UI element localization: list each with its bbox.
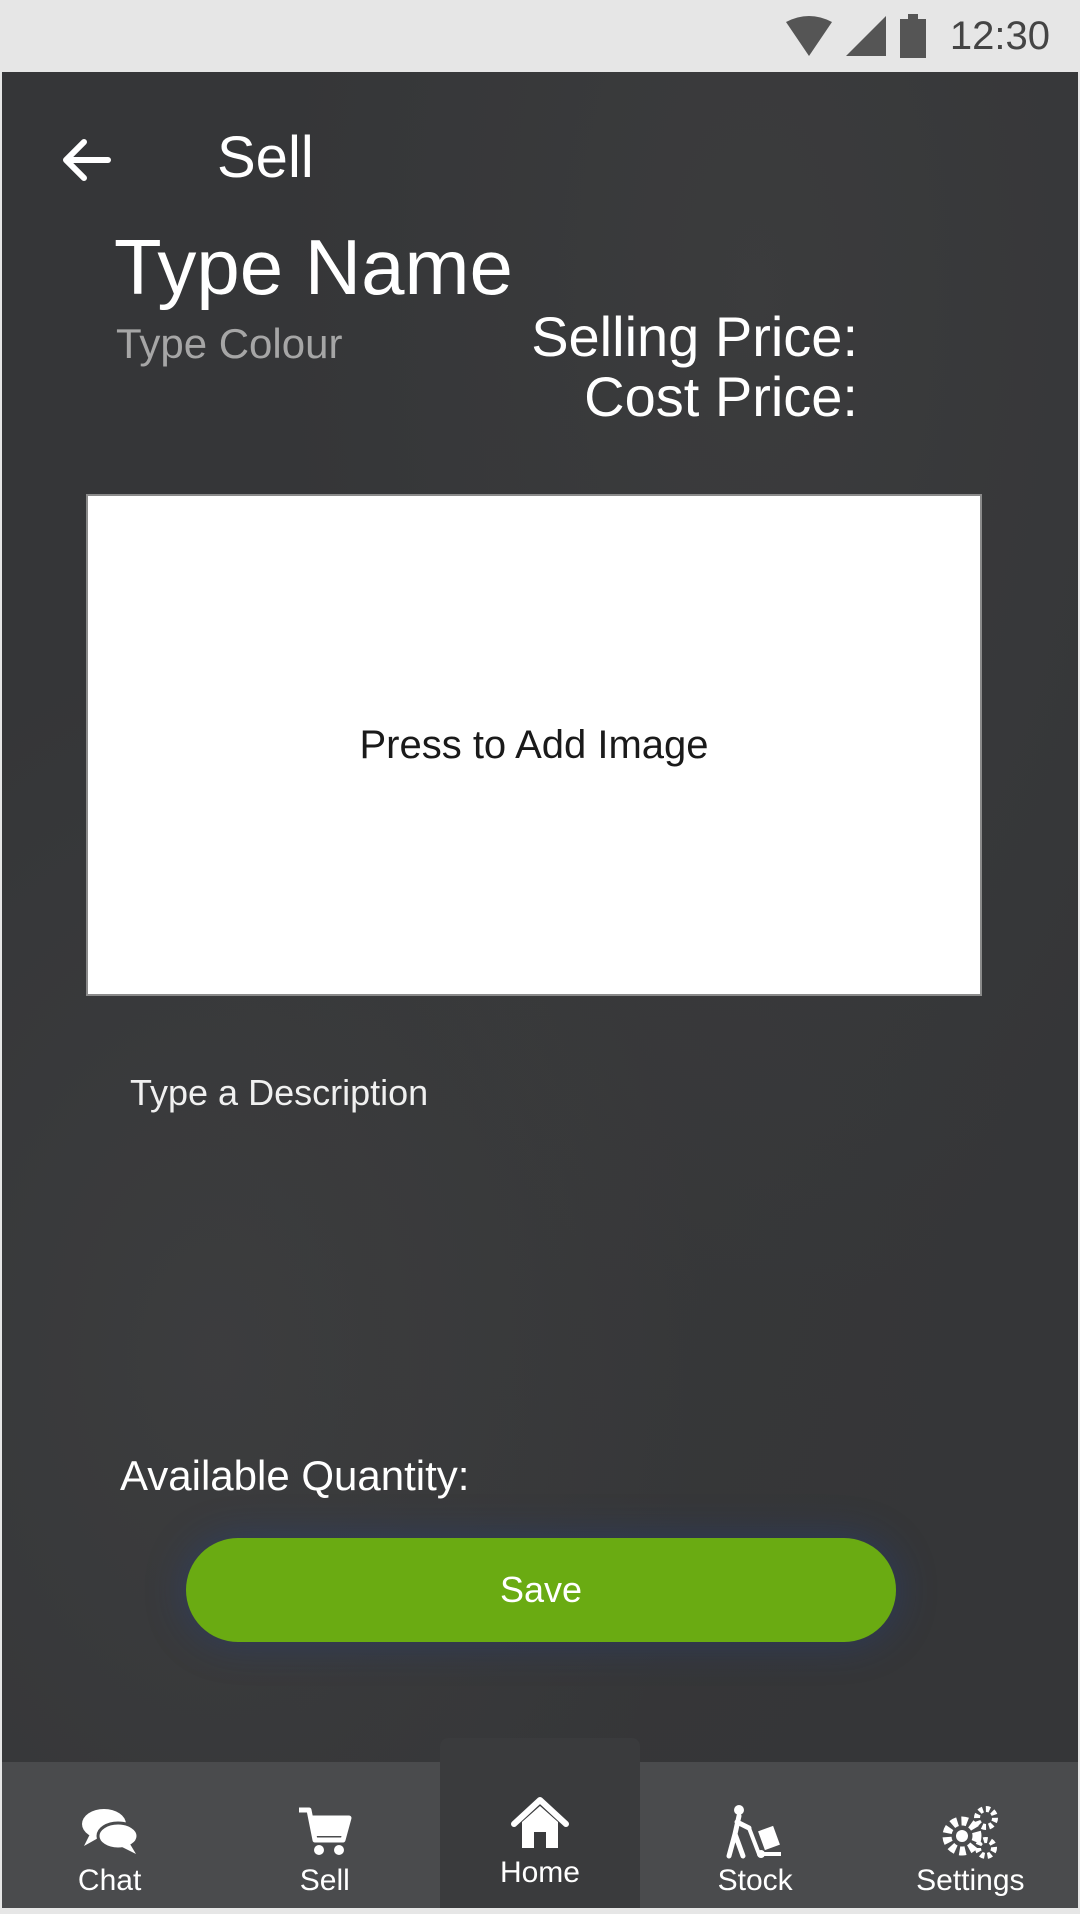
nav-item-home[interactable]: Home [439,1738,640,1908]
nav-label: Home [499,1856,580,1889]
nav-item-sell[interactable]: Sell [225,1762,425,1908]
page-title: Sell [217,125,314,190]
nav-label: Stock [717,1864,793,1897]
add-image-button[interactable]: Press to Add Image [86,494,982,996]
selling-price-label: Selling Price: [531,305,858,368]
chat-icon [81,1809,140,1854]
price-block: Selling Price: Cost Price: [531,307,858,427]
nav-item-stock[interactable]: Stock [655,1762,855,1908]
nav-item-settings[interactable]: Settings [870,1762,1070,1908]
gears-icon [942,1806,999,1859]
description-field[interactable]: Type a Description [130,1072,950,1352]
status-bar: 12:30 [0,0,1080,72]
quantity-label: Available Quantity: [120,1452,470,1499]
nav-item-chat[interactable]: Chat [10,1762,210,1908]
cart-icon [298,1807,352,1855]
nav-label: Settings [916,1864,1025,1897]
nav-label: Chat [77,1864,142,1897]
item-name[interactable]: Type Name [114,222,513,313]
add-image-label: Press to Add Image [359,722,709,767]
signal-icon [845,16,886,56]
home-icon [510,1797,569,1848]
bottom-nav: Chat Sell Home Stock Settings [2,1738,1078,1908]
clock: 12:30 [949,13,1050,58]
cost-price-label: Cost Price: [584,365,858,428]
item-colour[interactable]: Type Colour [116,320,342,368]
back-arrow-icon[interactable] [58,132,114,188]
save-button[interactable]: Save [186,1538,896,1642]
sell-screen: Sell Type Name Type Colour Selling Price… [2,72,1078,1908]
hand-truck-icon [726,1805,782,1859]
nav-label: Sell [299,1864,350,1897]
wifi-icon [785,16,832,56]
battery-icon [899,14,926,58]
